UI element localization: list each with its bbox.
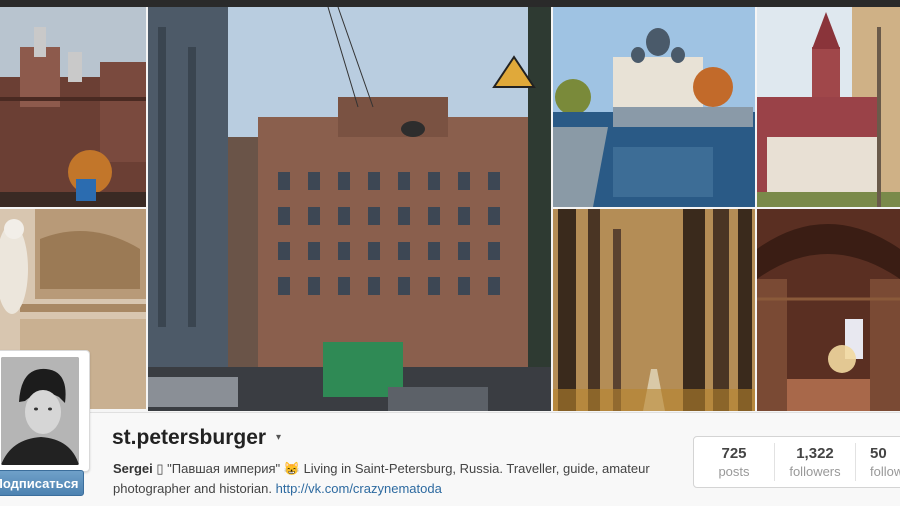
photo-tile-street-building[interactable] — [148, 7, 551, 411]
photo-tile-canal-church[interactable] — [553, 7, 755, 207]
profile-username[interactable]: st.petersburger — [112, 426, 266, 450]
stat-posts[interactable]: 725 posts — [694, 437, 774, 487]
photo-tile-forest-alley[interactable] — [553, 209, 755, 411]
profile-bio: Sergei ▯ "Павшая империя" 😸 Living in Sa… — [113, 459, 673, 499]
stat-followers[interactable]: 1,322 followers — [775, 437, 855, 487]
chevron-down-icon[interactable]: ▾ — [276, 432, 281, 443]
avatar-photo — [1, 357, 79, 465]
bio-symbol: ▯ — [156, 461, 164, 476]
photo-tile-red-house[interactable] — [757, 7, 900, 207]
stat-following-count: 50 — [870, 445, 887, 462]
bio-name: Sergei — [113, 461, 153, 476]
bio-link[interactable]: http://vk.com/crazynematoda — [276, 481, 442, 496]
follow-button[interactable]: Подписаться — [0, 470, 84, 496]
avatar[interactable] — [1, 357, 79, 465]
stat-followers-count: 1,322 — [796, 445, 834, 462]
stat-posts-label: posts — [718, 464, 750, 479]
stat-following-label: follow — [870, 464, 900, 479]
stat-posts-count: 725 — [721, 445, 747, 462]
top-bar — [0, 0, 900, 7]
avatar-frame — [0, 350, 90, 472]
photo-tile-buildings[interactable] — [0, 7, 146, 207]
stat-following[interactable]: 50 follow — [856, 437, 900, 487]
profile-stats: 725 posts 1,322 followers 50 follow — [693, 436, 900, 488]
stat-followers-label: followers — [789, 464, 841, 479]
photo-tile-church-interior[interactable] — [757, 209, 900, 411]
